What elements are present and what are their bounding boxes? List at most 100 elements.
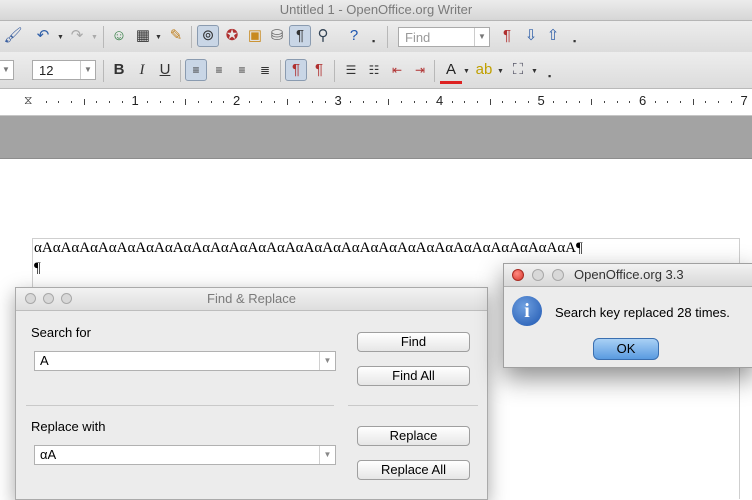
separator (103, 60, 104, 82)
minimize-icon[interactable] (532, 269, 544, 281)
find-dropdown-icon[interactable]: ▼ (474, 28, 489, 46)
ruler-tick (692, 99, 694, 105)
redo-dropdown-icon[interactable]: ▼ (91, 34, 98, 41)
document-text-line[interactable]: ¶ (34, 260, 41, 277)
background-dropdown-icon[interactable]: ▼ (531, 68, 538, 75)
paintbrush-icon[interactable]: 🖌 (2, 25, 24, 47)
toolbar-overflow-icon[interactable]: ▪ (372, 36, 378, 46)
navigator-icon[interactable]: ☺ (108, 25, 130, 47)
search-value: A (40, 353, 49, 368)
rtl-paragraph-icon[interactable]: ¶ (308, 59, 330, 81)
table-dropdown-icon[interactable]: ▼ (155, 34, 162, 41)
ruler-tick (515, 101, 517, 103)
bold-icon[interactable]: B (108, 59, 130, 81)
ruler-tick (603, 101, 605, 103)
bullets-icon[interactable]: ☷ (363, 59, 385, 81)
replace-dropdown-icon[interactable]: ▼ (319, 446, 335, 464)
database-icon[interactable]: ⛁ (266, 25, 288, 47)
align-left-icon[interactable]: ≡ (185, 59, 207, 81)
find-previous-icon[interactable]: ¶ (496, 25, 518, 47)
alert-message: Search key replaced 28 times. (555, 305, 730, 320)
pilcrow-icon[interactable]: ¶ (289, 25, 311, 47)
find-field[interactable]: Find ▼ (398, 27, 490, 47)
font-size-field[interactable]: 12 ▼ (32, 60, 96, 80)
ruler-tick (71, 101, 73, 103)
ruler-tick (629, 101, 631, 103)
increase-indent-icon[interactable]: ⇥ (409, 59, 431, 81)
ruler-tick (274, 101, 276, 103)
replace-input[interactable]: αA ▼ (34, 445, 336, 465)
document-text-line[interactable]: αAαAαAαAαAαAαAαAαAαAαAαAαAαAαAαAαAαAαAαA… (34, 240, 583, 257)
divider (26, 405, 334, 406)
redo-icon[interactable]: ↷ (66, 25, 88, 47)
search-dropdown-icon[interactable]: ▼ (319, 352, 335, 370)
search-input[interactable]: A ▼ (34, 351, 336, 371)
toolbar-overflow-icon[interactable]: ▪ (548, 71, 554, 81)
zoom-window-icon[interactable] (552, 269, 564, 281)
highlight-icon[interactable]: ab (473, 59, 495, 81)
help-icon[interactable]: ? (343, 25, 365, 47)
close-icon[interactable] (512, 269, 524, 281)
ruler-tick (667, 101, 669, 103)
align-right-icon[interactable]: ≡ (231, 59, 253, 81)
ruler-tick (718, 101, 720, 103)
dialog-title: Find & Replace (207, 291, 296, 306)
ruler-tick (680, 101, 682, 103)
font-color-dropdown-icon[interactable]: ▼ (463, 68, 470, 75)
style-dropdown-icon[interactable]: ▼ (0, 61, 13, 79)
zoom-window-icon[interactable] (61, 293, 72, 304)
undo-dropdown-icon[interactable]: ▼ (57, 34, 64, 41)
highlight-dropdown-icon[interactable]: ▼ (497, 68, 504, 75)
font-size-dropdown-icon[interactable]: ▼ (80, 61, 95, 79)
style-field[interactable]: ▼ (0, 60, 14, 80)
ruler-tick (578, 101, 580, 103)
alert-title: OpenOffice.org 3.3 (574, 267, 684, 282)
underline-icon[interactable]: U (154, 59, 176, 81)
navigator-compass-icon[interactable]: ✪ (221, 25, 243, 47)
ruler-number: 2 (233, 93, 241, 108)
toolbar-overflow-icon[interactable]: ▪ (573, 36, 579, 46)
background-color-icon[interactable]: ⛶ (507, 59, 529, 81)
find-previous-up-icon[interactable]: ⇧ (542, 25, 564, 47)
ruler-tick (45, 101, 47, 103)
decrease-indent-icon[interactable]: ⇤ (386, 59, 408, 81)
replace-all-button[interactable]: Replace All (357, 460, 470, 480)
align-center-icon[interactable]: ≡ (208, 59, 230, 81)
find-all-button[interactable]: Find All (357, 366, 470, 386)
indent-marker-icon[interactable]: ⧖ (24, 93, 32, 108)
numbering-icon[interactable]: ☰ (340, 59, 362, 81)
zoom-icon[interactable]: ⚲ (312, 25, 334, 47)
replace-button[interactable]: Replace (357, 426, 470, 446)
ruler-tick (451, 101, 453, 103)
find-replace-dialog: Find & Replace Search for A ▼ Find Find … (15, 287, 488, 500)
ok-button[interactable]: OK (593, 338, 659, 360)
minimize-icon[interactable] (43, 293, 54, 304)
draw-functions-icon[interactable]: ✎ (165, 25, 187, 47)
ruler-tick (109, 101, 111, 103)
ruler-tick (464, 101, 466, 103)
font-color-icon[interactable]: A (440, 59, 462, 84)
ruler-tick (654, 101, 656, 103)
ruler-tick (172, 101, 174, 103)
find-button[interactable]: Find (357, 332, 470, 352)
ruler-tick (299, 101, 301, 103)
separator (387, 26, 388, 48)
undo-icon[interactable]: ↶ (32, 25, 54, 47)
close-icon[interactable] (25, 293, 36, 304)
justify-icon[interactable]: ≣ (254, 59, 276, 81)
find-next-down-icon[interactable]: ⇩ (520, 25, 542, 47)
alert-dialog: OpenOffice.org 3.3 i Search key replaced… (503, 263, 752, 368)
page-background-band (0, 116, 752, 159)
ruler-tick (210, 101, 212, 103)
ruler-tick (616, 101, 618, 103)
horizontal-ruler[interactable]: ⧖ 1 2 3 4 5 6 7 (0, 89, 752, 116)
dialog-titlebar[interactable]: Find & Replace (16, 288, 487, 311)
ltr-paragraph-icon[interactable]: ¶ (285, 59, 307, 81)
ruler-tick (121, 101, 123, 103)
italic-icon[interactable]: I (131, 59, 153, 81)
ruler-number: 4 (436, 93, 444, 108)
binoculars-icon[interactable]: ⊚ (197, 25, 219, 47)
table-icon[interactable]: ▦ (132, 25, 154, 47)
gallery-icon[interactable]: ▣ (244, 25, 266, 47)
ruler-tick (286, 99, 288, 105)
